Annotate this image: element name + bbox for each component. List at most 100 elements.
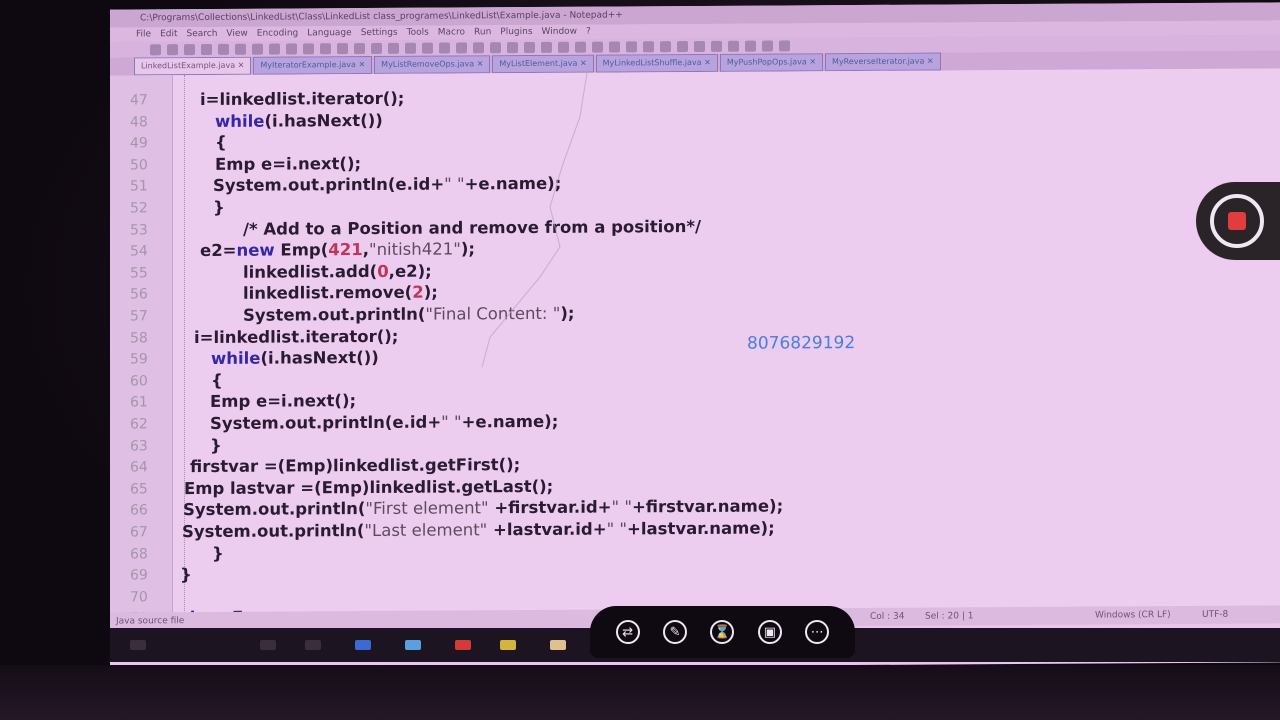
- toolbar-button-icon[interactable]: [711, 40, 722, 52]
- line-number: 56: [130, 286, 148, 303]
- menu-item-macro[interactable]: Macro: [438, 27, 465, 37]
- code-text: }: [180, 565, 192, 585]
- code-text: Emp e=i.next();: [215, 153, 362, 174]
- toolbar-button-icon[interactable]: [218, 43, 229, 55]
- menu-item-tools[interactable]: Tools: [407, 28, 429, 38]
- toolbar-button-icon[interactable]: [507, 41, 518, 53]
- menu-item-run[interactable]: Run: [474, 27, 491, 37]
- editor-tab[interactable]: MyLinkedListShuffle.java ✕: [595, 53, 718, 73]
- toolbar-button-icon[interactable]: [422, 42, 433, 54]
- toolbar-button-icon[interactable]: [779, 39, 790, 51]
- taskbar-app-icon[interactable]: [355, 640, 371, 650]
- toolbar-button-icon[interactable]: [541, 41, 552, 53]
- editor-tab[interactable]: MyReverseIterator.java ✕: [825, 52, 941, 72]
- toolbar-button-icon[interactable]: [303, 42, 314, 54]
- toolbar-button-icon[interactable]: [694, 40, 705, 52]
- menu-item-encoding[interactable]: Encoding: [257, 28, 298, 38]
- line-number: 66: [130, 502, 148, 519]
- toolbar-button-icon[interactable]: [252, 43, 263, 55]
- toolbar-button-icon[interactable]: [167, 43, 178, 55]
- toolbar-button-icon[interactable]: [320, 42, 331, 54]
- line-number: 48: [130, 113, 148, 131]
- toolbar-button-icon[interactable]: [745, 40, 756, 52]
- code-text: Emp e=i.next();: [210, 391, 357, 412]
- record-button[interactable]: [1196, 182, 1280, 260]
- toolbar-button-icon[interactable]: [643, 40, 654, 52]
- toolbar-button-icon[interactable]: [456, 41, 467, 53]
- menu-item-edit[interactable]: Edit: [160, 29, 177, 39]
- menu-item-language[interactable]: Language: [307, 28, 351, 38]
- brush-icon[interactable]: ✎: [663, 620, 688, 644]
- taskbar-app-icon[interactable]: [550, 640, 566, 650]
- editor-tab[interactable]: MyPushPopOps.java ✕: [719, 53, 824, 72]
- toolbar-button-icon[interactable]: [524, 41, 535, 53]
- code-text: {: [215, 133, 227, 153]
- toolbar-button-icon[interactable]: [235, 43, 246, 55]
- toolbar-button-icon[interactable]: [337, 42, 348, 54]
- line-number: 61: [130, 394, 148, 411]
- toolbar-button-icon[interactable]: [405, 42, 416, 54]
- taskbar-app-icon[interactable]: [305, 640, 321, 650]
- taskbar-app-icon[interactable]: [260, 640, 276, 650]
- line-number: 58: [130, 329, 148, 347]
- code-text: }: [212, 543, 224, 563]
- code-text: firstvar =(Emp)linkedlist.getFirst();: [190, 455, 521, 477]
- taskbar-app-icon[interactable]: [405, 640, 421, 650]
- menu-item-window[interactable]: Window: [542, 27, 578, 37]
- line-number: 70: [130, 589, 148, 606]
- menu-item-search[interactable]: Search: [187, 29, 218, 39]
- code-editor[interactable]: 47 i=linkedlist.iterator(); 48 while(i.hasN…: [110, 68, 1280, 628]
- code-text: i=linkedlist.iterator();: [194, 326, 399, 347]
- taskbar-app-icon[interactable]: [455, 640, 471, 650]
- toolbar-button-icon[interactable]: [626, 40, 637, 52]
- toolbar-button-icon[interactable]: [473, 41, 484, 53]
- editor-tab[interactable]: MyListElement.java ✕: [492, 54, 594, 74]
- hourglass-icon[interactable]: ⌛: [710, 620, 735, 644]
- editor-tab[interactable]: MyListRemoveOps.java ✕: [374, 55, 491, 74]
- toolbar-button-icon[interactable]: [762, 40, 773, 52]
- toolbar-button-icon[interactable]: [371, 42, 382, 54]
- toolbar-button-icon[interactable]: [592, 41, 603, 53]
- line-number: 60: [130, 373, 148, 390]
- editor-tab[interactable]: MyIteratorExample.java ✕: [253, 55, 373, 75]
- code-text: Emp lastvar =(Emp)linkedlist.getLast();: [184, 476, 554, 498]
- toolbar-button-icon[interactable]: [286, 42, 297, 54]
- code-text: }: [213, 197, 225, 217]
- toolbar-button-icon[interactable]: [184, 43, 195, 55]
- menu-item-settings[interactable]: Settings: [361, 28, 398, 38]
- toolbar-button-icon[interactable]: [150, 43, 161, 55]
- toolbar-button-icon[interactable]: [728, 40, 739, 52]
- menu-item-view[interactable]: View: [226, 29, 247, 39]
- more-icon[interactable]: ⋯: [805, 620, 830, 644]
- line-number: 63: [130, 437, 148, 455]
- toolbar-button-icon[interactable]: [388, 42, 399, 54]
- code-text: e2=new Emp(421,"nitish421");: [200, 239, 475, 261]
- toolbar-button-icon[interactable]: [677, 40, 688, 52]
- editor-tab[interactable]: LinkedListExample.java ✕: [134, 56, 252, 76]
- swap-icon[interactable]: ⇄: [615, 620, 640, 644]
- toolbar-button-icon[interactable]: [490, 41, 501, 53]
- menu-item-[interactable]: ?: [586, 27, 591, 37]
- line-number: 47: [130, 92, 148, 109]
- toolbar-button-icon[interactable]: [269, 43, 280, 55]
- toolbar-button-icon[interactable]: [609, 40, 620, 53]
- image-icon[interactable]: ▣: [757, 620, 782, 644]
- status-eol: Windows (CR LF): [1095, 610, 1171, 621]
- line-number: 67: [130, 524, 148, 541]
- code-text: System.out.println(e.id+" "+e.name);: [210, 411, 559, 433]
- toolbar-button-icon[interactable]: [575, 41, 586, 53]
- toolbar-button-icon[interactable]: [354, 42, 365, 54]
- toolbar-button-icon[interactable]: [558, 41, 569, 53]
- monitor-screen: C:\Programs\Collections\LinkedList\Class…: [110, 2, 1280, 670]
- line-number: 54: [130, 243, 148, 260]
- taskbar-app-icon[interactable]: [500, 640, 516, 650]
- toolbar-button-icon[interactable]: [201, 43, 212, 55]
- line-number: 65: [130, 481, 148, 498]
- code-text: System.out.println("Final Content: ");: [243, 303, 575, 325]
- menu-item-plugins[interactable]: Plugins: [500, 27, 532, 37]
- toolbar-button-icon[interactable]: [439, 41, 450, 54]
- toolbar-button-icon[interactable]: [660, 40, 671, 52]
- taskbar-app-icon[interactable]: [130, 640, 146, 650]
- menu-item-file[interactable]: File: [136, 29, 151, 39]
- status-column: Col : 34: [870, 611, 905, 622]
